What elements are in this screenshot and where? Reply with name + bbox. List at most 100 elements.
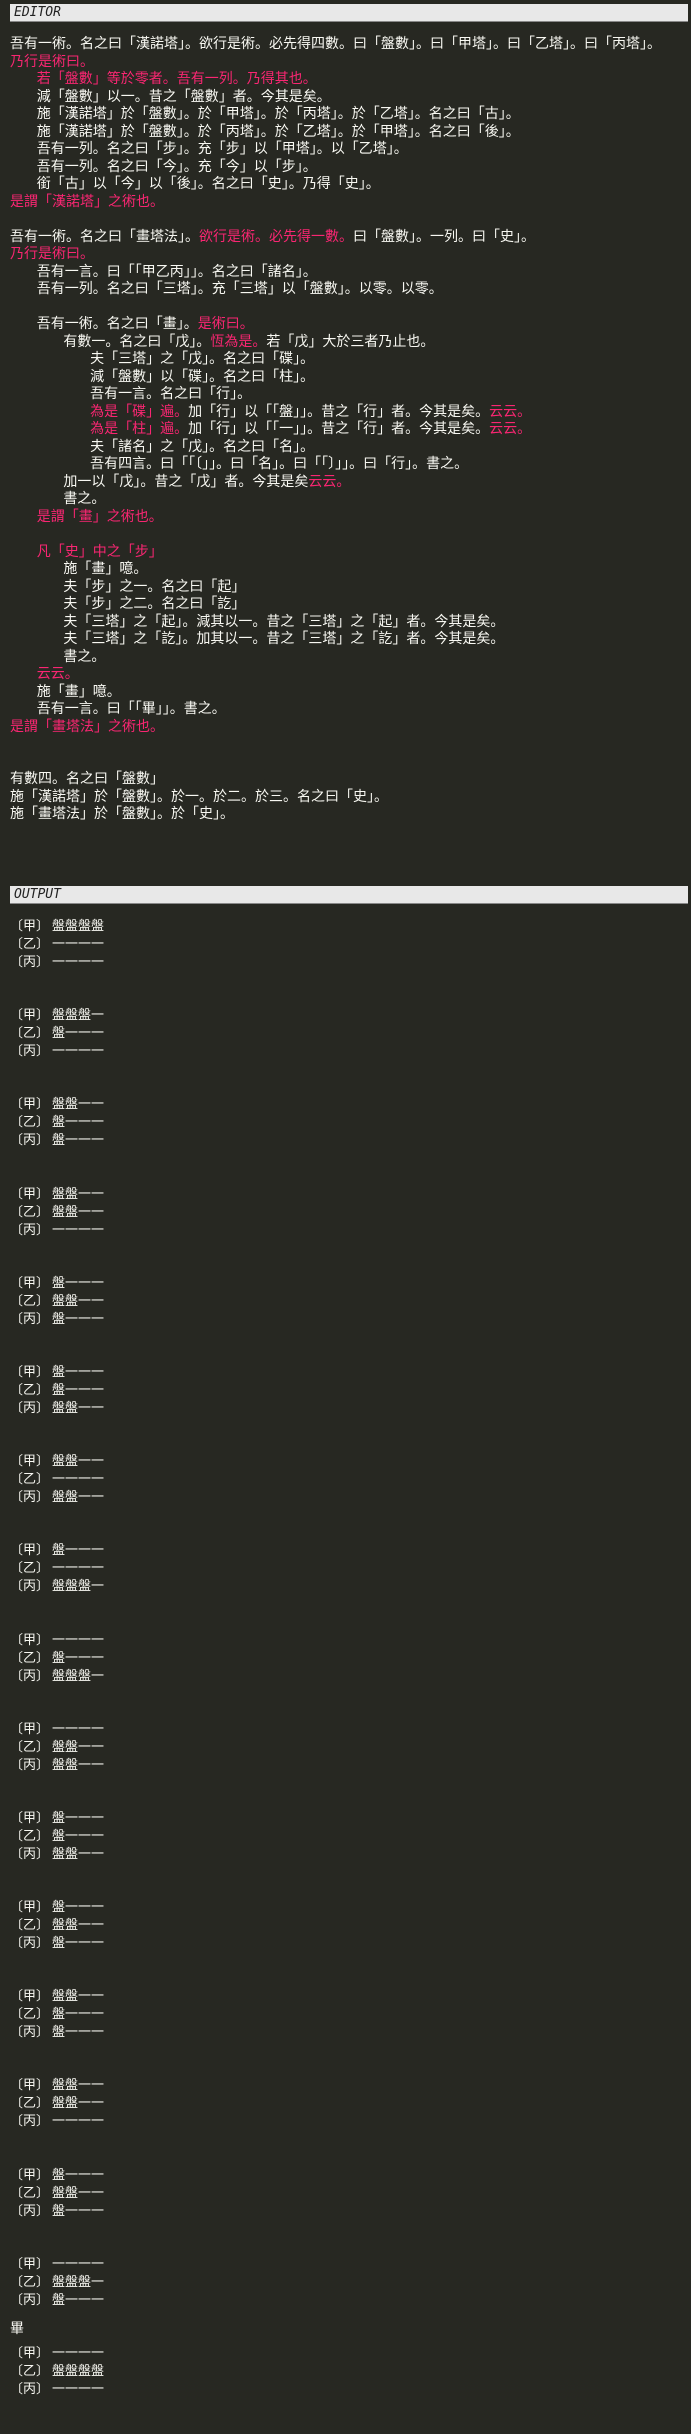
code-token: 銜「古」以「今」以「後」。名之曰「史」。乃得「史」。 [10,176,380,192]
tower-label: 〔乙〕 [10,2185,50,2201]
editor-section-header: EDITOR [10,4,688,22]
code-line: 書之。 [10,491,680,509]
code-token: 施「漢諾塔」於「盤數」。於一。於二。於三。名之曰「史」。 [10,788,388,805]
code-line: 吾有一術。名之曰「畫」。是術曰。 [10,316,680,334]
code-token: 吾有一列。名之曰「今」。充「今」以「步」。 [10,158,317,175]
code-token: 吾有一言。曰「「甲乙丙」」。名之曰「諸名」。 [10,263,317,280]
tower-label: 〔乙〕 [10,1204,50,1220]
code-line: 是謂「畫」之術也。 [10,509,680,527]
tower-row: 〔甲〕 盤一一一 [10,1899,680,1917]
code-line: 吾有一言。曰「「畢」」。書之。 [10,701,680,719]
code-line: 施「漢諾塔」於「盤數」。於一。於二。於三。名之曰「史」。 [10,789,680,807]
tower-state-block: 〔甲〕 盤盤盤盤 〔乙〕 一一一一 〔丙〕 一一一一 [10,918,680,1007]
tower-row: 〔甲〕 一一一一 [10,1721,680,1739]
tower-label: 〔乙〕 [10,2364,50,2379]
tower-label: 〔丙〕 [10,2382,50,2397]
code-token: 為是「柱」遍。 [90,421,189,437]
code-token: 曰「盤數」。一列。曰「史」。 [353,228,535,245]
tower-label: 〔甲〕 [10,1364,50,1380]
tower-row: 〔甲〕 盤盤一一 [10,1096,680,1114]
code-line: 施「畫塔法」於「盤數」。於「史」。 [10,806,680,824]
tower-label: 〔丙〕 [10,1579,50,1595]
code-token: 夫「三塔」之「戊」。名之曰「碟」。 [10,351,315,367]
code-line: 施「漢諾塔」於「盤數」。於「甲塔」。於「丙塔」。於「乙塔」。名之曰「古」。 [10,106,680,124]
tower-label: 〔丙〕 [10,1311,50,1327]
tower-disks: 盤盤一一 [52,2078,105,2094]
tower-label: 〔丙〕 [10,955,50,970]
code-token: 吾有一列。名之曰「三塔」。充「三塔」以「盤數」。以零。以零。 [10,281,443,297]
tower-state-block: 〔甲〕 一一一一 〔乙〕 盤盤盤一 〔丙〕 盤一一一 [10,2256,680,2345]
tower-disks: 盤盤盤盤 [52,919,105,934]
tower-disks: 盤盤一一 [52,1454,105,1470]
code-token: 吾有一術。名之曰「漢諾塔」。欲行是術。必先得四數。曰「盤數」。曰「甲塔」。曰「乙… [10,36,661,52]
tower-state-block: 〔甲〕 一一一一 〔乙〕 盤盤一一 〔丙〕 盤盤一一 [10,1721,680,1810]
code-line: 凡「史」中之「步」 [10,544,680,562]
tower-label: 〔甲〕 [10,1008,50,1024]
code-line: 有數一。名之曰「戊」。恆為是。若「戊」大於三者乃止也。 [10,334,680,352]
code-token: 是謂「畫塔法」之術也。 [10,718,164,735]
tower-row: 〔乙〕 盤盤盤一 [10,2274,680,2292]
tower-state-block: 〔甲〕 盤盤一一 〔乙〕 盤一一一 〔丙〕 盤一一一 [10,1096,680,1185]
code-token: 施「漢諾塔」於「盤數」。於「丙塔」。於「乙塔」。於「甲塔」。名之曰「後」。 [10,123,520,140]
code-token: 乃行是術曰。 [10,53,94,70]
tower-disks: 盤盤一一 [52,1293,105,1309]
code-token: 云云。 [36,666,79,682]
tower-label: 〔丙〕 [10,1044,50,1060]
tower-disks: 盤一一一 [52,2292,105,2308]
tower-row: 〔丙〕 一一一一 [10,954,680,972]
tower-disks: 盤盤一一 [52,1757,105,1773]
code-token: 減「盤數」以「碟」。名之曰「柱」。 [10,368,315,385]
code-editor[interactable]: 吾有一術。名之曰「漢諾塔」。欲行是術。必先得四數。曰「盤數」。曰「甲塔」。曰「乙… [10,36,680,824]
code-token: 吾有一言。名之曰「行」。 [10,386,252,402]
tower-state-block: 〔甲〕 盤盤一一 〔乙〕 盤盤一一 〔丙〕 一一一一 [10,2077,680,2166]
tower-label: 〔丙〕 [10,2025,50,2041]
tower-label: 〔乙〕 [10,1918,50,1934]
tower-row: 〔乙〕 盤盤一一 [10,1204,680,1222]
tower-row: 〔丙〕 一一一一 [10,1043,680,1061]
tower-disks: 盤一一一 [52,2007,105,2023]
code-token: 夫「三塔」之「起」。減其以一。昔之「三塔」之「起」者。今其是矣。 [10,613,505,630]
code-line: 加一以「戊」。昔之「戊」者。今其是矣云云。 [10,474,680,492]
tower-row: 〔甲〕 盤盤一一 [10,2077,680,2095]
code-token: 加「行」以「「盤」」。昔之「行」者。今其是矣。 [188,403,490,420]
tower-disks: 盤一一一 [52,1133,105,1149]
tower-row: 〔乙〕 盤盤盤盤 [10,2363,680,2381]
tower-disks: 盤一一一 [52,1650,105,1666]
tower-disks: 盤一一一 [52,1275,105,1291]
tower-label: 〔乙〕 [10,2007,50,2023]
code-line: 乃行是術曰。 [10,54,680,72]
code-token: 有數一。名之曰「戊」。 [10,333,211,350]
tower-state-block: 〔甲〕 盤一一一 〔乙〕 一一一一 〔丙〕 盤盤盤一 [10,1542,680,1631]
tower-row: 〔乙〕 盤一一一 [10,1828,680,1846]
code-token: 減「盤數」以一。昔之「盤數」者。今其是矣。 [10,88,331,105]
tower-label: 〔丙〕 [10,2114,50,2130]
code-token: 恆為是。 [210,333,267,350]
tower-row: 〔乙〕 盤盤一一 [10,2185,680,2203]
code-token: 施「漢諾塔」於「盤數」。於「甲塔」。於「丙塔」。於「乙塔」。名之曰「古」。 [10,106,520,122]
tower-label: 〔丙〕 [10,1668,50,1684]
tower-disks: 盤盤盤一 [52,1668,105,1684]
code-line: 夫「三塔」之「訖」。加其以一。昔之「三塔」之「訖」者。今其是矣。 [10,631,680,649]
tower-row: 〔乙〕 盤一一一 [10,1382,680,1400]
code-token: 云云。 [489,421,532,437]
tower-state-block: 〔甲〕 盤盤一一 〔乙〕 盤盤一一 〔丙〕 一一一一 [10,1186,680,1275]
tower-label: 〔丙〕 [10,1222,50,1238]
code-token: 施「畫」噫。 [10,683,121,700]
tower-label: 〔丙〕 [10,1846,50,1862]
tower-label: 〔甲〕 [10,1810,50,1826]
tower-label: 〔丙〕 [10,1936,50,1952]
tower-row: 〔甲〕 盤一一一 [10,1364,680,1382]
tower-disks: 盤一一一 [52,2167,105,2183]
code-line: 吾有一列。名之曰「三塔」。充「三塔」以「盤數」。以零。以零。 [10,281,680,299]
code-token: 施「畫塔法」於「盤數」。於「史」。 [10,806,234,822]
tower-row: 〔甲〕 盤一一一 [10,1810,680,1828]
tower-label: 〔乙〕 [10,937,50,952]
tower-state-block: 〔甲〕 一一一一 〔乙〕 盤一一一 〔丙〕 盤盤盤一 [10,1632,680,1721]
tower-row: 〔乙〕 盤一一一 [10,2006,680,2024]
code-line: 施「畫」噫。 [10,684,680,702]
tower-label: 〔丙〕 [10,1400,50,1416]
tower-state-block: 〔甲〕 盤一一一 〔乙〕 盤盤一一 〔丙〕 盤一一一 [10,2167,680,2256]
